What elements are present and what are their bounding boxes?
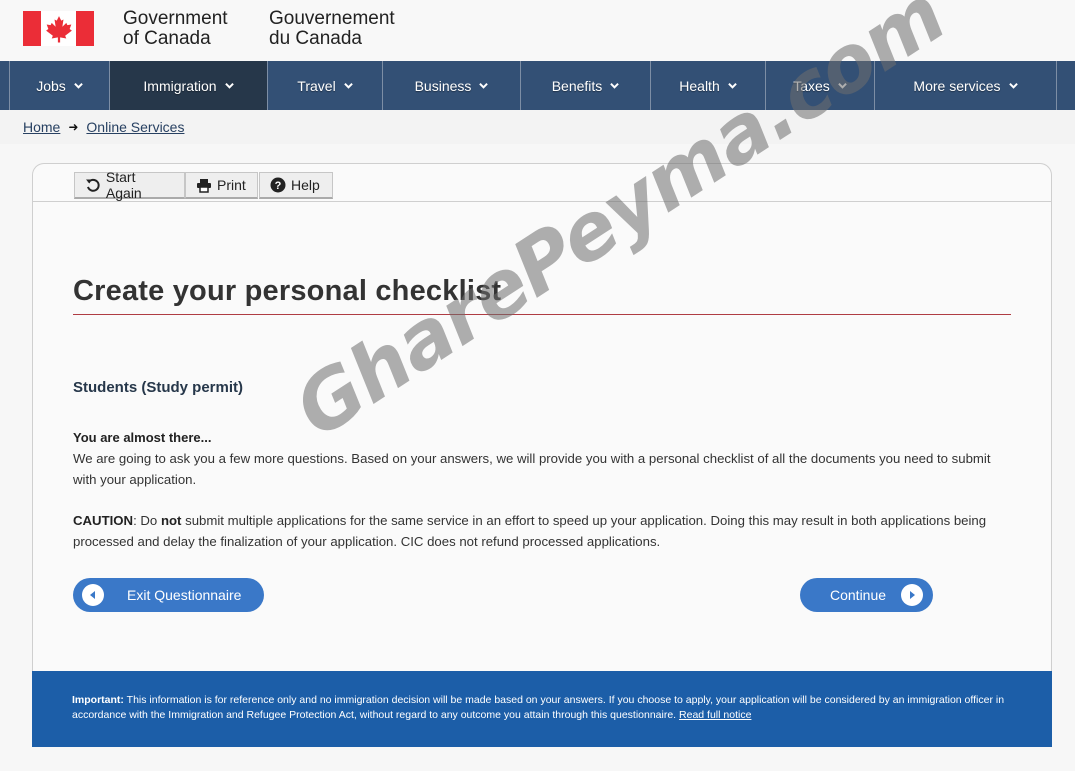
menu-label: More services: [913, 77, 1001, 94]
menu-label: Benefits: [551, 77, 603, 94]
caution-paragraph: CAUTION: Do not submit multiple applicat…: [73, 510, 1013, 552]
main-menu: Jobs Immigration Travel Business Benefit…: [0, 61, 1075, 110]
signature-en-line1: Government: [123, 8, 228, 29]
notice-text: This information is for reference only a…: [72, 694, 1005, 721]
canada-flag-icon[interactable]: [23, 11, 94, 46]
chevron-down-icon: [837, 81, 847, 90]
menu-label: Taxes: [793, 77, 830, 94]
caution-text-post: submit multiple applications for the sam…: [73, 513, 987, 549]
breadcrumb: Home ➜ Online Services: [0, 110, 1075, 144]
menu-label: Immigration: [143, 77, 217, 94]
caution-emphasis: not: [160, 513, 182, 528]
menu-item-more-services[interactable]: More services: [875, 61, 1057, 110]
play-right-icon: [901, 584, 924, 606]
start-again-label: Start Again: [105, 169, 142, 201]
signature-english[interactable]: Government of Canada: [123, 9, 228, 49]
toolbar: Start Again Print ? Help: [33, 164, 1051, 202]
service-subtitle: Students (Study permit): [73, 379, 244, 396]
print-label: Print: [217, 177, 246, 193]
questionnaire-panel: Start Again Print ? Help Create your per…: [32, 163, 1052, 671]
help-button[interactable]: ? Help: [259, 172, 333, 199]
exit-questionnaire-button[interactable]: Exit Questionnaire: [73, 578, 264, 612]
start-again-button[interactable]: Start Again: [74, 169, 185, 201]
menu-item-health[interactable]: Health: [651, 61, 766, 110]
continue-label: Continue: [830, 587, 887, 603]
signature-fr-line2: du Canada: [269, 28, 362, 49]
site-header: Government of Canada Gouvernement du Can…: [0, 0, 1075, 61]
breadcrumb-home-link[interactable]: Home: [23, 119, 60, 135]
page-title: Create your personal checklist: [73, 275, 502, 307]
print-button[interactable]: Print: [185, 172, 258, 199]
chevron-down-icon: [1008, 81, 1018, 90]
question-circle-icon: ?: [270, 177, 286, 193]
menu-item-taxes[interactable]: Taxes: [766, 61, 875, 110]
chevron-down-icon: [343, 81, 353, 90]
menu-item-travel[interactable]: Travel: [268, 61, 383, 110]
chevron-down-icon: [73, 81, 83, 90]
exit-questionnaire-label: Exit Questionnaire: [127, 587, 242, 603]
lead-text: You are almost there...: [73, 430, 212, 445]
svg-text:?: ?: [275, 180, 282, 192]
menu-item-immigration[interactable]: Immigration: [110, 61, 268, 110]
play-left-icon: [82, 584, 104, 606]
signature-fr-line1: Gouvernement: [269, 8, 395, 29]
caution-label: CAUTION: [73, 513, 134, 528]
menu-item-benefits[interactable]: Benefits: [521, 61, 651, 110]
printer-icon: [197, 179, 211, 193]
arrow-right-icon: ➜: [68, 120, 79, 134]
refresh-icon: [85, 178, 100, 192]
signature-french[interactable]: Gouvernement du Canada: [269, 9, 395, 49]
chevron-down-icon: [610, 81, 620, 90]
important-notice: Important: This information is for refer…: [32, 671, 1052, 747]
caution-text-pre: : Do: [133, 513, 161, 528]
menu-label: Business: [414, 77, 472, 94]
chevron-down-icon: [224, 81, 234, 90]
signature-en-line2: of Canada: [123, 28, 211, 49]
help-label: Help: [291, 177, 320, 193]
title-divider: [73, 314, 1011, 315]
menu-label: Travel: [297, 77, 336, 94]
read-full-notice-link[interactable]: Read full notice: [679, 709, 751, 721]
menu-label: Jobs: [36, 77, 66, 94]
menu-item-business[interactable]: Business: [383, 61, 521, 110]
menu-item-jobs[interactable]: Jobs: [9, 61, 110, 110]
chevron-down-icon: [727, 81, 737, 90]
breadcrumb-online-services-link[interactable]: Online Services: [86, 119, 184, 135]
intro-paragraph: We are going to ask you a few more quest…: [73, 451, 991, 487]
menu-label: Health: [679, 77, 720, 94]
chevron-down-icon: [479, 81, 489, 90]
maple-leaf-icon: [45, 15, 72, 42]
continue-button[interactable]: Continue: [800, 578, 933, 612]
notice-label: Important:: [72, 694, 124, 706]
